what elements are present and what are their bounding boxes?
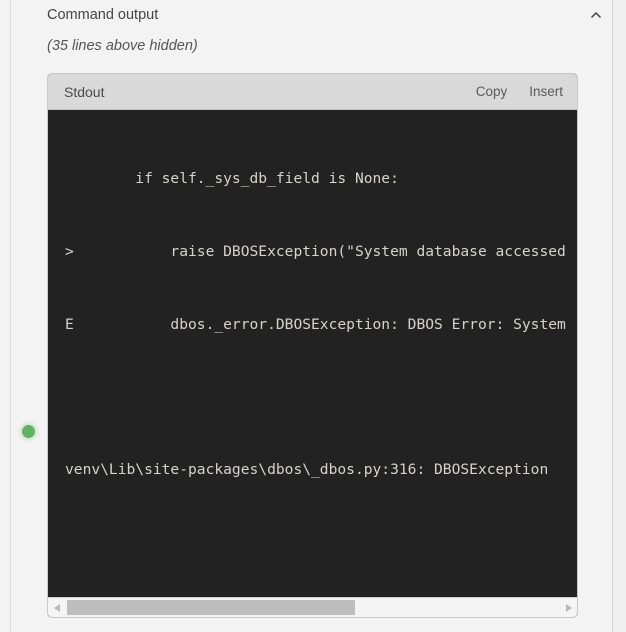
scroll-right-arrow-icon[interactable] bbox=[560, 598, 577, 617]
terminal-line: E dbos._error.DBOSException: DBOS Error:… bbox=[65, 315, 566, 333]
collapse-section-button[interactable] bbox=[584, 4, 608, 26]
chevron-up-icon bbox=[589, 8, 603, 22]
terminal-line: > raise DBOSException("System database a… bbox=[65, 243, 566, 260]
page-title: Command output bbox=[47, 7, 159, 23]
terminal-text: if self._sys_db_field is None: > raise D… bbox=[65, 119, 577, 597]
command-output-panel: Command output (35 lines above hidden) S… bbox=[0, 0, 626, 632]
stdout-card-header: Stdout Copy Insert bbox=[48, 74, 577, 110]
terminal-line: venv\Lib\site-packages\dbos\_dbos.py:316… bbox=[65, 460, 549, 478]
horizontal-scroll-thumb[interactable] bbox=[67, 600, 355, 615]
right-gutter bbox=[613, 0, 626, 632]
hidden-lines-note: (35 lines above hidden) bbox=[47, 38, 198, 54]
stream-label: Stdout bbox=[64, 83, 105, 100]
left-divider bbox=[10, 0, 11, 632]
terminal-line: if self._sys_db_field is None: bbox=[65, 170, 399, 188]
insert-button[interactable]: Insert bbox=[529, 84, 563, 99]
scroll-left-arrow-icon[interactable] bbox=[48, 598, 65, 617]
horizontal-scrollbar[interactable] bbox=[48, 597, 577, 617]
section-header: Command output bbox=[47, 4, 607, 28]
terminal-output-body[interactable]: if self._sys_db_field is None: > raise D… bbox=[48, 110, 577, 597]
stdout-card: Stdout Copy Insert if self._sys_db_field… bbox=[47, 73, 578, 618]
status-indicator-dot bbox=[22, 425, 35, 438]
copy-button[interactable]: Copy bbox=[476, 84, 508, 99]
